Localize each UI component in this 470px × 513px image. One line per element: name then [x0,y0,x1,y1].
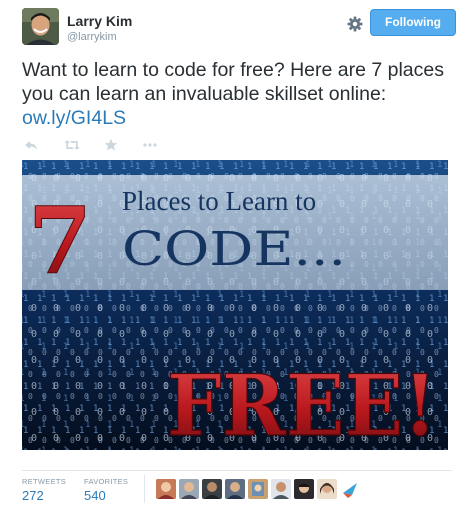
media-line-1: Places to Learn to [122,186,316,216]
favoriter-avatar[interactable] [271,479,291,499]
reply-icon[interactable] [24,138,40,152]
author-handle[interactable]: @larrykim [67,30,132,44]
favorites-stat[interactable]: FAVORITES 540 [84,477,128,505]
retweets-label: RETWEETS [22,477,67,486]
tweet-link[interactable]: ow.ly/GI4LS [22,107,126,129]
gear-icon[interactable] [346,15,364,33]
tweet-header: Larry Kim @larrykim Following [22,8,456,48]
media-line-2: CODE... [122,222,346,277]
tweet-actions [22,138,182,154]
favoriter-avatar[interactable] [340,479,360,499]
author-avatar[interactable] [22,8,59,45]
favoriter-avatar[interactable] [248,479,268,499]
tweet-text: Want to learn to code for free? Here are… [22,58,452,130]
media-number: 7 [28,187,92,295]
favoriter-avatar[interactable] [317,479,337,499]
favorite-icon[interactable] [104,138,120,152]
retweet-icon[interactable] [64,138,80,152]
following-button[interactable]: Following [370,9,456,36]
stats-divider [144,475,145,503]
favoriter-avatar[interactable] [202,479,222,499]
retweets-count[interactable]: 272 [22,487,66,505]
tweet-body: Want to learn to code for free? Here are… [22,59,445,105]
more-icon[interactable] [142,138,158,152]
media-line-3: FREE! [167,356,437,450]
favorites-count[interactable]: 540 [84,487,128,505]
tweet-stats: RETWEETS 272 FAVORITES 540 [22,470,452,510]
favoriter-avatar[interactable] [225,479,245,499]
favoriter-avatar[interactable] [156,479,176,499]
tweet-media-image[interactable]: 1 0 0 1 7 Places to Learn to CODE... FRE… [22,160,448,450]
author-display-name[interactable]: Larry Kim [67,13,132,30]
retweets-stat[interactable]: RETWEETS 272 [22,477,66,505]
favoriter-avatar[interactable] [179,479,199,499]
favorites-label: FAVORITES [84,477,129,486]
favoriter-avatar[interactable] [294,479,314,499]
author-names: Larry Kim @larrykim [67,13,132,44]
